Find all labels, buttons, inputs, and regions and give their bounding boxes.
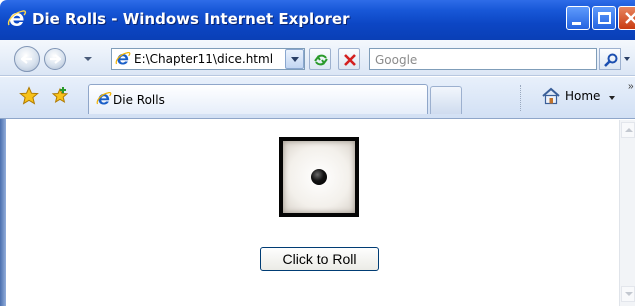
address-url: E:\Chapter11\dice.html bbox=[134, 52, 274, 66]
home-button[interactable]: Home bbox=[537, 85, 617, 109]
stop-button[interactable] bbox=[338, 48, 360, 70]
forward-arrow-icon bbox=[50, 54, 61, 64]
minimize-button[interactable] bbox=[566, 6, 590, 30]
scroll-up-icon bbox=[625, 128, 633, 132]
close-button[interactable] bbox=[618, 6, 635, 30]
search-icon bbox=[604, 53, 618, 67]
favorites-star-icon[interactable] bbox=[19, 86, 39, 106]
minimize-icon bbox=[572, 22, 581, 25]
stop-icon bbox=[344, 54, 356, 66]
search-options-dropdown[interactable] bbox=[624, 57, 630, 61]
maximize-icon bbox=[598, 12, 611, 24]
scroll-down-button[interactable] bbox=[621, 286, 635, 302]
search-input[interactable]: Google bbox=[369, 48, 597, 70]
search-placeholder: Google bbox=[375, 53, 418, 67]
maximize-button[interactable] bbox=[592, 6, 616, 30]
back-arrow-icon bbox=[21, 54, 32, 64]
scroll-up-button[interactable] bbox=[621, 122, 635, 138]
address-toolbar: E:\Chapter11\dice.html Google bbox=[0, 40, 635, 76]
title-bar: Die Rolls - Windows Internet Explorer bbox=[0, 0, 635, 40]
toolbar-overflow-chevron-icon[interactable]: » bbox=[628, 81, 634, 92]
die-pip bbox=[311, 169, 327, 185]
refresh-button[interactable] bbox=[309, 48, 331, 70]
die-image bbox=[279, 137, 359, 217]
tab-ie-icon bbox=[96, 91, 112, 105]
ie-logo-icon bbox=[7, 10, 27, 26]
scroll-down-icon bbox=[625, 292, 633, 296]
back-button[interactable] bbox=[14, 46, 40, 72]
forward-button[interactable] bbox=[44, 48, 66, 70]
refresh-icon bbox=[314, 54, 328, 66]
page-content: Click to Roll bbox=[6, 120, 619, 306]
search-button[interactable] bbox=[599, 48, 621, 70]
tab-label: Die Rolls bbox=[113, 93, 165, 107]
home-dropdown-icon[interactable] bbox=[609, 96, 615, 100]
home-label: Home bbox=[565, 89, 601, 103]
roll-button[interactable]: Click to Roll bbox=[260, 247, 379, 271]
tab-die-rolls[interactable]: Die Rolls bbox=[88, 84, 428, 114]
home-icon bbox=[542, 87, 560, 105]
chevron-down-icon bbox=[291, 57, 299, 62]
page-ie-icon bbox=[115, 51, 131, 65]
add-favorite-icon[interactable] bbox=[50, 86, 70, 106]
vertical-scrollbar[interactable] bbox=[619, 120, 635, 306]
address-dropdown-button[interactable] bbox=[285, 49, 304, 69]
new-tab-button[interactable] bbox=[430, 86, 462, 114]
address-field[interactable]: E:\Chapter11\dice.html bbox=[111, 48, 305, 70]
tab-bar: Die Rolls Home » bbox=[0, 77, 635, 119]
toolbar-separator bbox=[520, 85, 522, 111]
die-face bbox=[283, 141, 355, 213]
close-icon bbox=[625, 12, 635, 24]
recent-pages-dropdown[interactable] bbox=[84, 57, 92, 61]
window-title: Die Rolls - Windows Internet Explorer bbox=[32, 10, 350, 28]
